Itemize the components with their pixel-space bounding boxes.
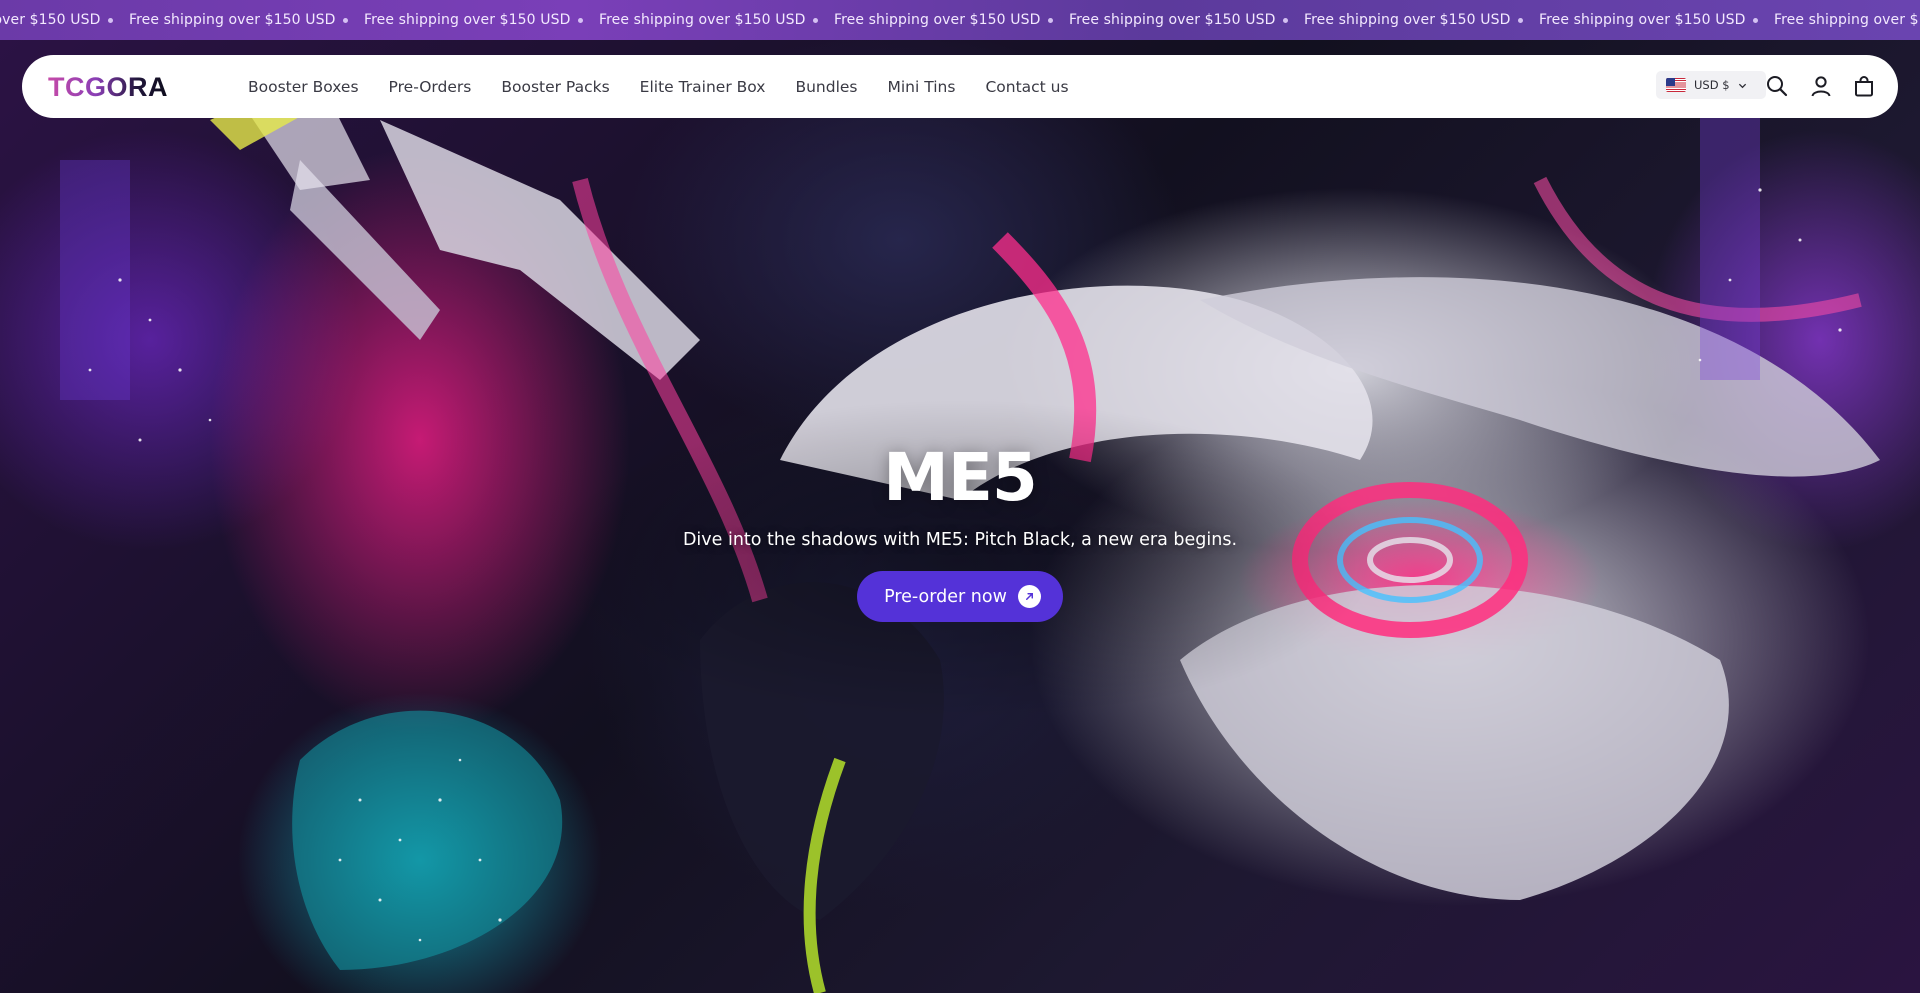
announcement-item: Free shipping over $150 USD	[129, 12, 364, 28]
announcement-text: Free shipping over $150 USD	[834, 12, 1041, 28]
logo-text: TCGORA	[48, 71, 168, 102]
announcement-text: Free shipping over $150 USD	[129, 12, 336, 28]
separator-dot-icon	[1753, 17, 1758, 23]
pre-order-button[interactable]: Pre-order now	[857, 571, 1063, 622]
separator-dot-icon	[578, 17, 583, 23]
nav-item-bundles[interactable]: Bundles	[795, 78, 857, 96]
announcement-item: Free shipping over $150 USD	[1539, 12, 1774, 28]
currency-selector[interactable]: USD $	[1656, 71, 1766, 99]
arrow-up-right-icon	[1017, 585, 1041, 608]
hero-content: ME5 Dive into the shadows with ME5: Pitc…	[0, 440, 1920, 622]
announcement-item: Free shipping over $150 USD	[834, 12, 1069, 28]
announcement-text: Free shipping over $150 USD	[1774, 12, 1920, 28]
announcement-item: Free shipping over $150 USD	[0, 12, 129, 28]
announcement-text: Free shipping over $150 USD	[0, 12, 101, 28]
site-header: TCGORA Booster Boxes Pre-Orders Booster …	[22, 55, 1898, 118]
announcement-item: Free shipping over $150 USD	[1304, 12, 1539, 28]
separator-dot-icon	[1283, 17, 1288, 23]
announcement-text: Free shipping over $150 USD	[599, 12, 806, 28]
announcement-bar: Free shipping over $150 USD Free shippin…	[0, 0, 1920, 40]
nav-item-pre-orders[interactable]: Pre-Orders	[389, 78, 472, 96]
separator-dot-icon	[813, 17, 818, 23]
logo[interactable]: TCGORA	[48, 68, 168, 106]
announcement-item: Free shipping over $150 USD	[1069, 12, 1304, 28]
separator-dot-icon	[1048, 17, 1053, 23]
announcement-track: Free shipping over $150 USD Free shippin…	[0, 0, 1920, 40]
announcement-item: Free shipping over $150 USD	[364, 12, 599, 28]
nav-item-contact-us[interactable]: Contact us	[985, 78, 1068, 96]
announcement-item: Free shipping over $150 USD	[599, 12, 834, 28]
announcement-text: Free shipping over $150 USD	[1539, 12, 1746, 28]
chevron-down-icon	[1738, 83, 1746, 88]
separator-dot-icon	[343, 17, 348, 23]
nav-item-booster-boxes[interactable]: Booster Boxes	[248, 78, 359, 96]
currency-label: USD $	[1694, 78, 1730, 92]
nav-item-booster-packs[interactable]: Booster Packs	[501, 78, 609, 96]
pre-order-button-label: Pre-order now	[884, 586, 1007, 607]
account-icon[interactable]	[1809, 74, 1833, 98]
separator-dot-icon	[1518, 17, 1523, 23]
nav-item-mini-tins[interactable]: Mini Tins	[888, 78, 956, 96]
us-flag-icon	[1666, 78, 1686, 92]
main-nav: Booster Boxes Pre-Orders Booster Packs E…	[248, 55, 1099, 118]
search-icon[interactable]	[1765, 74, 1789, 98]
hero-subtitle: Dive into the shadows with ME5: Pitch Bl…	[682, 530, 1238, 550]
announcement-item: Free shipping over $150 USD	[1774, 12, 1920, 28]
hero-title: ME5	[883, 439, 1038, 516]
cart-icon[interactable]	[1852, 74, 1876, 98]
separator-dot-icon	[108, 17, 113, 23]
announcement-text: Free shipping over $150 USD	[1069, 12, 1276, 28]
announcement-text: Free shipping over $150 USD	[364, 12, 571, 28]
announcement-text: Free shipping over $150 USD	[1304, 12, 1511, 28]
nav-item-elite-trainer-box[interactable]: Elite Trainer Box	[640, 78, 766, 96]
